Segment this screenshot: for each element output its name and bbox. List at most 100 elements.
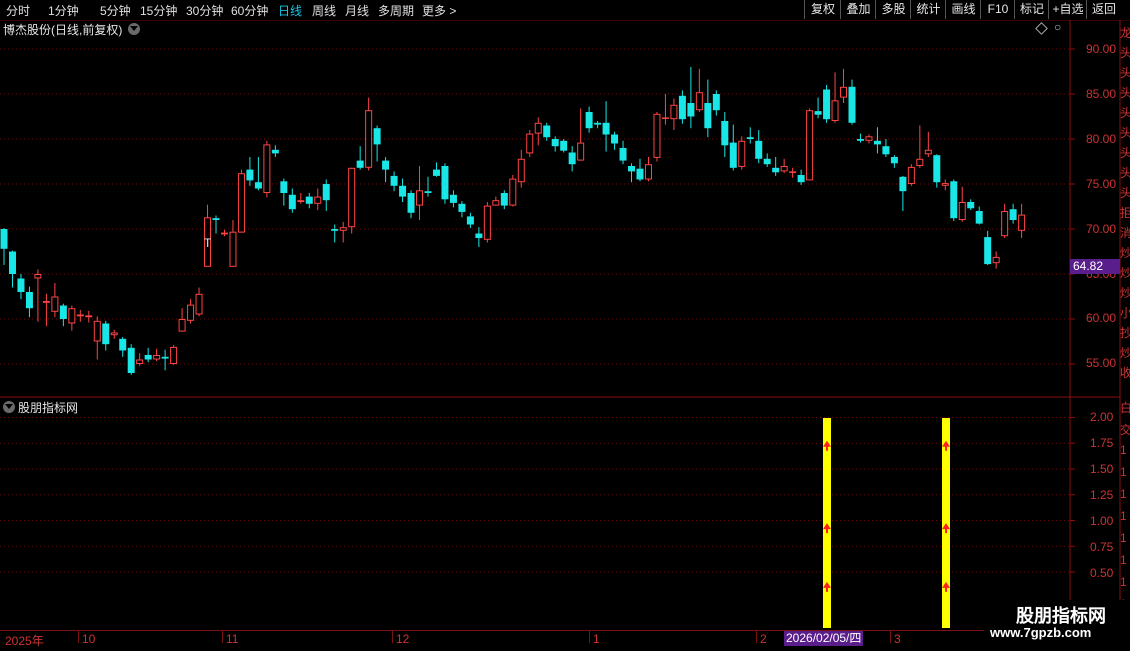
candle-body-up bbox=[365, 110, 373, 168]
candle-body-down bbox=[560, 140, 568, 151]
y-tick-label: 70.00 bbox=[1086, 222, 1117, 236]
indicator-settings-dropdown[interactable] bbox=[3, 401, 15, 413]
candle-body-up bbox=[93, 320, 101, 342]
indicator-signal-series bbox=[823, 418, 950, 628]
candle-body-down bbox=[246, 169, 254, 181]
candle-body-up bbox=[42, 301, 50, 303]
candle-body-down bbox=[212, 218, 220, 220]
candle-body-down bbox=[17, 278, 25, 292]
candle-body-up bbox=[577, 142, 585, 161]
candle-body-up bbox=[237, 173, 245, 233]
close-icon[interactable]: ○ bbox=[1054, 20, 1061, 34]
candle-body-down bbox=[814, 111, 822, 115]
candle-body-down bbox=[848, 86, 856, 123]
candle-body-down bbox=[704, 103, 712, 129]
candle-body-up bbox=[526, 133, 534, 154]
candle-body-down bbox=[500, 193, 508, 206]
indicator-y-tick: 1.75 bbox=[1090, 436, 1114, 450]
right-column-char: 头 bbox=[1120, 186, 1130, 200]
candle-body-down bbox=[594, 122, 602, 125]
candle-body-down bbox=[8, 251, 16, 274]
candle-body-up bbox=[1001, 211, 1009, 237]
candle-body-down bbox=[568, 152, 576, 165]
watermark: 股朋指标网 www.7gpzb.com bbox=[984, 600, 1130, 645]
x-tick bbox=[589, 631, 590, 643]
chart-grid bbox=[0, 20, 1121, 630]
candle-body-up bbox=[229, 231, 237, 267]
candle-body-down bbox=[399, 185, 407, 197]
candle-body-down bbox=[305, 196, 313, 204]
candle-body-up bbox=[738, 140, 746, 167]
candle-body-down bbox=[280, 181, 288, 193]
t-marker: T bbox=[204, 236, 212, 250]
candle-body-up bbox=[178, 319, 186, 332]
candle-body-down bbox=[144, 355, 152, 360]
candle-body-down bbox=[611, 134, 619, 144]
candle-body-up bbox=[170, 346, 178, 364]
candle-body-down bbox=[975, 211, 983, 224]
x-axis-label: 2 bbox=[760, 632, 767, 646]
candle-body-down bbox=[712, 94, 720, 111]
candle-body-down bbox=[636, 168, 644, 180]
candle-body-down bbox=[119, 338, 127, 351]
candle-body-up bbox=[110, 332, 118, 336]
chart-settings-dropdown[interactable] bbox=[128, 23, 140, 35]
candle-body-up bbox=[695, 92, 703, 111]
x-tick bbox=[756, 631, 757, 643]
indicator-title: 股朋指标网 bbox=[18, 401, 79, 415]
candle-body-down bbox=[382, 160, 390, 170]
candle-body-up bbox=[314, 196, 322, 204]
candle-body-down bbox=[729, 142, 737, 168]
candle-body-down bbox=[390, 175, 398, 186]
y-tick-label: 55.00 bbox=[1086, 356, 1117, 370]
right-column-char: 1 bbox=[1120, 465, 1127, 479]
chevron-down-icon bbox=[130, 26, 138, 31]
watermark-url: www.7gpzb.com bbox=[990, 625, 1092, 640]
candle-body-down bbox=[271, 149, 279, 154]
candle-body-up bbox=[348, 167, 356, 228]
candle-body-down bbox=[721, 121, 729, 146]
indicator-y-tick: 2.00 bbox=[1090, 410, 1114, 424]
candle-body-down bbox=[678, 95, 686, 120]
right-column-char: 1 bbox=[1120, 443, 1127, 457]
candlestick-series bbox=[0, 67, 1026, 375]
current-price-tag: 64.82 bbox=[1070, 259, 1120, 274]
x-tick bbox=[78, 631, 79, 643]
right-column-char: 头 bbox=[1120, 106, 1130, 120]
candle-body-up bbox=[806, 110, 814, 181]
candle-body-up bbox=[263, 144, 271, 193]
candle-body-up bbox=[517, 158, 525, 183]
right-column-char: 收 bbox=[1120, 366, 1130, 380]
candle-body-up bbox=[136, 359, 144, 364]
right-column-char: 头 bbox=[1120, 46, 1130, 60]
candle-body-down bbox=[899, 176, 907, 192]
right-column-char: 小 bbox=[1120, 306, 1130, 320]
candle-body-up bbox=[907, 166, 915, 184]
right-column-char: 头 bbox=[1120, 166, 1130, 180]
candle-body-up bbox=[958, 202, 966, 220]
candle-body-down bbox=[25, 292, 33, 309]
candle-body-down bbox=[797, 175, 805, 183]
indicator-y-tick: 1.50 bbox=[1090, 462, 1114, 476]
right-column-char: 头 bbox=[1120, 86, 1130, 100]
candle-body-up bbox=[924, 149, 932, 155]
candle-body-down bbox=[322, 184, 330, 201]
candle-body-down bbox=[449, 194, 457, 203]
x-tick bbox=[890, 631, 891, 643]
candle-body-down bbox=[585, 112, 593, 129]
candle-body-up bbox=[51, 296, 59, 312]
candle-body-up bbox=[670, 104, 678, 120]
candle-body-down bbox=[856, 139, 864, 141]
candle-body-down bbox=[441, 166, 449, 200]
kline-chart[interactable] bbox=[0, 0, 1130, 650]
indicator-y-tick: 1.25 bbox=[1090, 488, 1114, 502]
candle-body-down bbox=[823, 89, 831, 120]
candle-body-down bbox=[161, 356, 169, 359]
candle-body-down bbox=[687, 103, 695, 117]
date-axis: 2025年 10 11 12 1 2 3 bbox=[0, 630, 1130, 651]
x-axis-label: 2025年 bbox=[5, 634, 44, 648]
right-column-char: 头 bbox=[1120, 146, 1130, 160]
candle-body-up bbox=[509, 178, 517, 206]
candle-body-up bbox=[76, 314, 84, 317]
right-column-char: 抄 bbox=[1120, 326, 1130, 340]
